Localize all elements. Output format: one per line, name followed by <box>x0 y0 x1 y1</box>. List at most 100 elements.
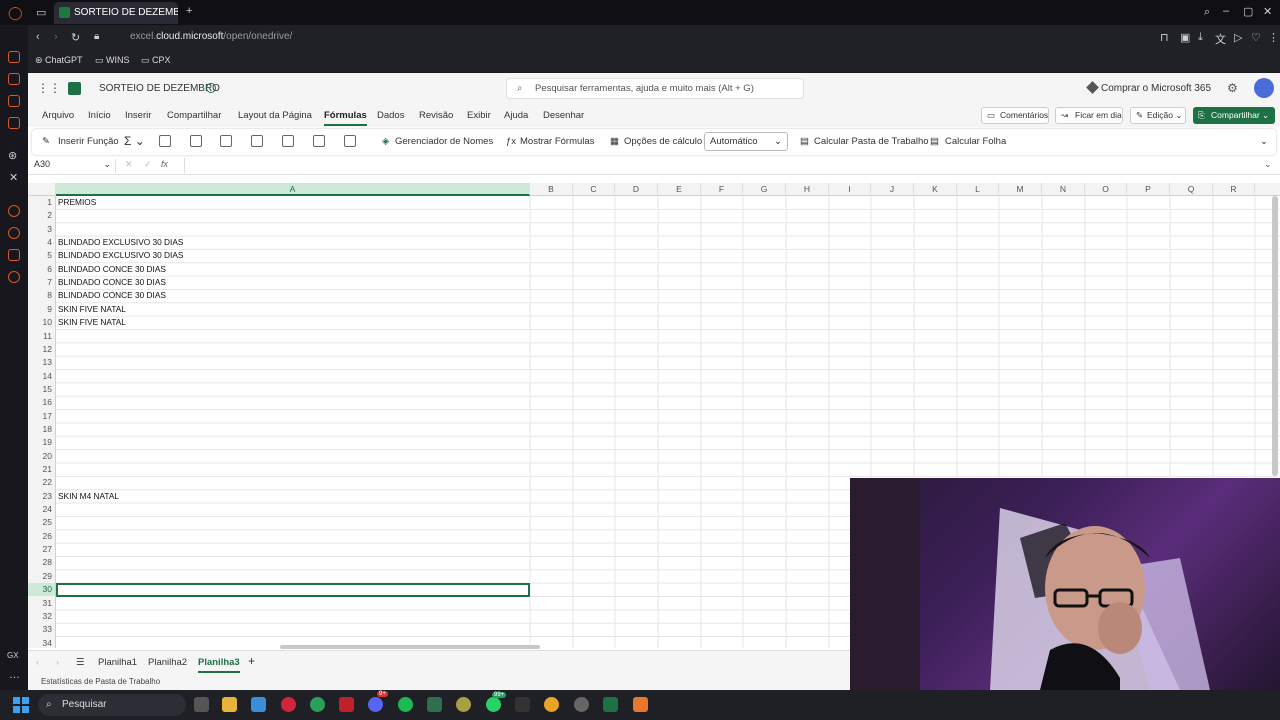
column-header[interactable]: N <box>1042 183 1085 196</box>
cancel-formula-icon[interactable]: ✕ <box>125 159 133 170</box>
row-header[interactable]: 2 <box>28 209 55 222</box>
new-tab-icon[interactable]: + <box>186 5 192 17</box>
row-header[interactable]: 4 <box>28 236 55 249</box>
column-header[interactable]: B <box>530 183 573 196</box>
column-header[interactable]: G <box>743 183 786 196</box>
discord-icon[interactable] <box>368 697 383 712</box>
ribbon-expand-icon[interactable]: ⌄ <box>1260 136 1268 147</box>
row-header[interactable]: 14 <box>28 370 55 383</box>
translate-icon[interactable]: 文 <box>1215 31 1226 47</box>
sidebar-pinboard-icon[interactable] <box>8 95 20 107</box>
stay-updated-button[interactable]: ↝ Ficar em dia <box>1055 107 1123 124</box>
row-header[interactable]: 26 <box>28 530 55 543</box>
calc-mode-select[interactable]: Automático ⌄ <box>704 132 788 151</box>
column-header[interactable]: D <box>615 183 658 196</box>
forward-icon[interactable]: › <box>54 31 58 43</box>
row-header[interactable]: 7 <box>28 276 55 289</box>
fx-icon[interactable]: fx <box>161 159 168 169</box>
menu-layout[interactable]: Layout da Página <box>238 110 312 121</box>
maximize-icon[interactable]: ▢ <box>1243 5 1253 18</box>
app-launcher-icon[interactable]: ⋮⋮ <box>37 81 61 95</box>
row-header[interactable]: 6 <box>28 263 55 276</box>
row-header[interactable]: 16 <box>28 396 55 409</box>
insert-function-button[interactable]: Inserir Função <box>58 136 119 147</box>
minimize-icon[interactable]: – <box>1223 5 1229 17</box>
row-header[interactable]: 20 <box>28 450 55 463</box>
financial-icon[interactable] <box>190 135 202 147</box>
prev-sheet-icon[interactable]: ‹ <box>36 657 39 668</box>
row-header[interactable]: 5 <box>28 249 55 262</box>
select-all-corner[interactable] <box>28 183 56 196</box>
calc-workbook-button[interactable]: Calcular Pasta de Trabalho <box>814 136 929 147</box>
spotify-icon[interactable] <box>398 697 413 712</box>
menu-dados[interactable]: Dados <box>377 110 404 121</box>
menu-revisao[interactable]: Revisão <box>419 110 453 121</box>
row-header[interactable]: 28 <box>28 556 55 569</box>
cell-a6[interactable]: BLINDADO CONCE 30 DIAS <box>58 263 166 276</box>
tab-planilha3[interactable]: Planilha3 <box>198 657 240 673</box>
taskbar-search[interactable]: ⌕ Pesquisar <box>38 694 186 716</box>
chrome-icon[interactable] <box>544 697 559 712</box>
cell-a1[interactable]: PREMIOS <box>58 196 96 209</box>
formula-input[interactable] <box>184 158 1264 173</box>
row-header[interactable]: 27 <box>28 543 55 556</box>
row-header[interactable]: 9 <box>28 303 55 316</box>
datetime-icon[interactable] <box>282 135 294 147</box>
menu-arquivo[interactable]: Arquivo <box>42 110 74 121</box>
row-header[interactable]: 8 <box>28 289 55 302</box>
menu-desenhar[interactable]: Desenhar <box>543 110 584 121</box>
file-explorer-icon[interactable] <box>222 697 237 712</box>
browser-tab-active[interactable]: SORTEIO DE DEZEMBRO <box>54 2 178 24</box>
sidebar-settings-icon[interactable] <box>8 271 20 283</box>
share-button[interactable]: ⎘ Compartilhar ⌄ <box>1193 107 1275 124</box>
buy-m365-link[interactable]: Comprar o Microsoft 365 <box>1101 83 1211 94</box>
search-input[interactable]: ⌕ Pesquisar ferramentas, ajuda e muito m… <box>506 78 804 99</box>
avatar[interactable] <box>1254 78 1274 98</box>
recent-functions-icon[interactable] <box>159 135 171 147</box>
app-gray-icon[interactable] <box>574 697 589 712</box>
tab-planilha1[interactable]: Planilha1 <box>98 657 137 668</box>
settings-gear-icon[interactable]: ⚙ <box>1227 81 1238 95</box>
add-sheet-icon[interactable]: + <box>248 654 255 668</box>
workbook-statistics-link[interactable]: Estatísticas de Pasta de Trabalho <box>41 677 160 686</box>
menu-compartilhar[interactable]: Compartilhar <box>167 110 221 121</box>
row-header[interactable]: 19 <box>28 436 55 449</box>
tab-planilha2[interactable]: Planilha2 <box>148 657 187 668</box>
column-header[interactable]: C <box>573 183 615 196</box>
column-header[interactable]: E <box>658 183 701 196</box>
search-tabs-icon[interactable]: ⌕ <box>1204 6 1210 19</box>
pin-icon[interactable]: ⊓ <box>1160 31 1169 44</box>
row-header[interactable]: 1 <box>28 196 55 209</box>
column-header[interactable]: I <box>829 183 871 196</box>
row-header[interactable]: 33 <box>28 623 55 636</box>
cell-a9[interactable]: SKIN FIVE NATAL <box>58 303 126 316</box>
formula-expand-icon[interactable]: ⌄ <box>1264 159 1272 170</box>
snapshot-icon[interactable]: ▣ <box>1180 31 1190 44</box>
upwork-icon[interactable] <box>310 697 325 712</box>
bookmark-wins[interactable]: ▭ WINS <box>95 55 130 66</box>
row-header[interactable]: 32 <box>28 610 55 623</box>
close-icon[interactable]: ✕ <box>1263 5 1272 18</box>
sidebar-extensions-icon[interactable] <box>8 249 20 261</box>
show-formulas-button[interactable]: Mostrar Fórmulas <box>520 136 594 147</box>
bookmark-cpx[interactable]: ▭ CPX <box>141 55 171 66</box>
cell-a7[interactable]: BLINDADO CONCE 30 DIAS <box>58 276 166 289</box>
opera-gx-icon[interactable] <box>281 697 296 712</box>
column-header[interactable]: M <box>999 183 1042 196</box>
row-header[interactable]: 10 <box>28 316 55 329</box>
sidebar-player-icon[interactable] <box>8 205 20 217</box>
reload-icon[interactable]: ↻ <box>71 31 80 44</box>
name-box[interactable]: A30 ⌄ <box>34 159 116 173</box>
cell-a5[interactable]: BLINDADO EXCLUSIVO 30 DIAS <box>58 249 183 262</box>
logical-icon[interactable] <box>220 135 232 147</box>
sidebar-x-icon[interactable]: ✕ <box>9 171 18 184</box>
row-header[interactable]: 11 <box>28 330 55 343</box>
row-header[interactable]: 12 <box>28 343 55 356</box>
cell-a10[interactable]: SKIN FIVE NATAL <box>58 316 126 329</box>
column-header[interactable]: P <box>1127 183 1170 196</box>
text-functions-icon[interactable] <box>251 135 263 147</box>
menu-inserir[interactable]: Inserir <box>125 110 151 121</box>
tab-menu-icon[interactable]: ▭ <box>36 6 46 19</box>
whatsapp-icon[interactable] <box>486 697 501 712</box>
app-red-icon[interactable] <box>339 697 354 712</box>
